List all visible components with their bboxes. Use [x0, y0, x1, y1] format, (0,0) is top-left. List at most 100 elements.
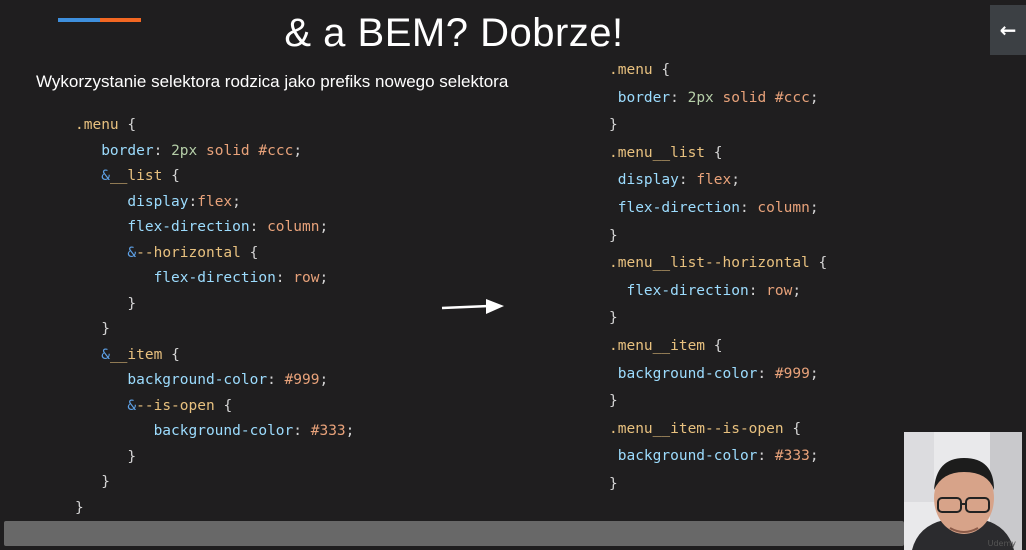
- code-property: background-color: [617, 365, 758, 382]
- code-colon: :: [275, 270, 285, 286]
- code-selector: --is-open: [136, 397, 215, 414]
- code-property: flex-direction: [617, 199, 740, 216]
- code-line: background-color: #999;: [609, 361, 827, 389]
- code-line: }: [609, 223, 827, 251]
- code-value: column: [757, 199, 810, 216]
- code-property: border: [101, 142, 154, 159]
- code-colon: :: [748, 282, 758, 299]
- code-colon: :: [757, 448, 767, 465]
- code-line: }: [609, 112, 827, 140]
- code-semicolon: ;: [809, 89, 819, 106]
- code-property: background-color: [153, 423, 294, 439]
- code-selector: .menu__list--horizontal: [609, 255, 810, 272]
- code-selector: .menu__item: [609, 337, 706, 354]
- code-brace: }: [609, 393, 618, 410]
- code-value: #333: [774, 448, 810, 465]
- code-value: row: [293, 270, 320, 286]
- code-line: }: [609, 471, 827, 499]
- code-brace: {: [792, 420, 802, 437]
- code-semicolon: ;: [809, 448, 819, 465]
- code-line: &__list {: [75, 164, 354, 190]
- code-colon: :: [188, 193, 198, 210]
- webcam-overlay: Udemy: [904, 432, 1022, 550]
- code-line: }: [609, 305, 827, 333]
- code-line: background-color: #333;: [609, 443, 827, 471]
- code-semicolon: ;: [293, 142, 303, 159]
- code-selector: .menu__list: [609, 144, 706, 161]
- code-brace: }: [127, 448, 137, 465]
- code-colon: :: [153, 142, 163, 159]
- code-line: .menu {: [609, 57, 827, 85]
- code-value: #999: [284, 372, 320, 388]
- code-value: column: [267, 219, 320, 235]
- code-line: .menu {: [75, 113, 354, 139]
- code-line: .menu__list--horizontal {: [609, 250, 827, 278]
- code-brace: }: [609, 310, 618, 327]
- code-brace: }: [75, 499, 84, 516]
- code-line: display: flex;: [609, 167, 827, 195]
- arrow-right-icon: [441, 299, 504, 314]
- code-line: .menu__list {: [609, 140, 827, 168]
- arrow-left-icon: ←: [999, 18, 1017, 42]
- css-code-block: .menu { border: 2px solid #ccc; } .menu_…: [609, 57, 827, 499]
- code-brace: {: [249, 244, 259, 261]
- code-line: &--is-open {: [75, 394, 354, 420]
- code-line: &__item {: [75, 343, 354, 369]
- code-number: 2px: [687, 89, 714, 106]
- back-button[interactable]: ←: [990, 5, 1026, 55]
- code-line: flex-direction: column;: [75, 215, 354, 241]
- code-semicolon: ;: [319, 372, 329, 388]
- code-semicolon: ;: [345, 423, 355, 439]
- code-selector: .menu__item--is-open: [609, 420, 784, 437]
- code-colon: :: [293, 423, 302, 439]
- code-line: }: [75, 496, 354, 522]
- code-property: flex-direction: [626, 282, 749, 299]
- code-brace: }: [127, 295, 137, 312]
- code-property: border: [617, 89, 671, 106]
- code-value: flex: [197, 193, 233, 210]
- code-line: }: [609, 388, 827, 416]
- code-property: background-color: [127, 372, 268, 388]
- code-brace: {: [171, 346, 180, 363]
- code-selector: .menu: [609, 62, 653, 78]
- code-selector: .menu: [75, 117, 119, 133]
- code-property: display: [127, 193, 189, 210]
- code-brace: {: [713, 144, 723, 161]
- code-brace: {: [127, 117, 137, 133]
- code-line: }: [75, 317, 354, 343]
- code-colon: :: [678, 172, 688, 189]
- code-ampersand: &: [101, 168, 110, 184]
- code-brace: }: [101, 321, 110, 337]
- slide-subtitle: Wykorzystanie selektora rodzica jako pre…: [36, 72, 509, 91]
- code-colon: :: [249, 219, 259, 235]
- code-semicolon: ;: [809, 365, 819, 382]
- horizontal-scrollbar[interactable]: [4, 521, 904, 546]
- presenter-video: [904, 432, 1022, 550]
- code-line: .menu__item--is-open {: [609, 416, 827, 444]
- code-property: flex-direction: [127, 219, 250, 235]
- code-value: row: [766, 282, 793, 299]
- code-line: }: [75, 292, 354, 318]
- code-brace: }: [609, 475, 618, 492]
- code-semicolon: ;: [319, 270, 329, 286]
- code-line: flex-direction: row;: [75, 266, 354, 292]
- code-property: display: [617, 172, 679, 189]
- code-value: solid #ccc: [206, 142, 294, 159]
- code-ampersand: &: [127, 244, 137, 261]
- code-semicolon: ;: [232, 193, 241, 210]
- code-brace: {: [171, 168, 180, 184]
- code-value: #333: [310, 423, 346, 439]
- code-semicolon: ;: [809, 199, 819, 216]
- code-brace: {: [818, 255, 828, 272]
- code-brace: }: [609, 117, 618, 134]
- code-selector: __list: [109, 168, 163, 184]
- code-brace: }: [609, 227, 618, 244]
- code-line: background-color: #999;: [75, 368, 354, 394]
- code-colon: :: [757, 365, 767, 382]
- code-semicolon: ;: [319, 219, 329, 235]
- code-line: flex-direction: row;: [609, 278, 827, 306]
- code-line: border: 2px solid #ccc;: [75, 139, 354, 165]
- code-brace: {: [223, 397, 233, 414]
- code-property: flex-direction: [153, 270, 276, 286]
- code-selector: __item: [109, 346, 163, 363]
